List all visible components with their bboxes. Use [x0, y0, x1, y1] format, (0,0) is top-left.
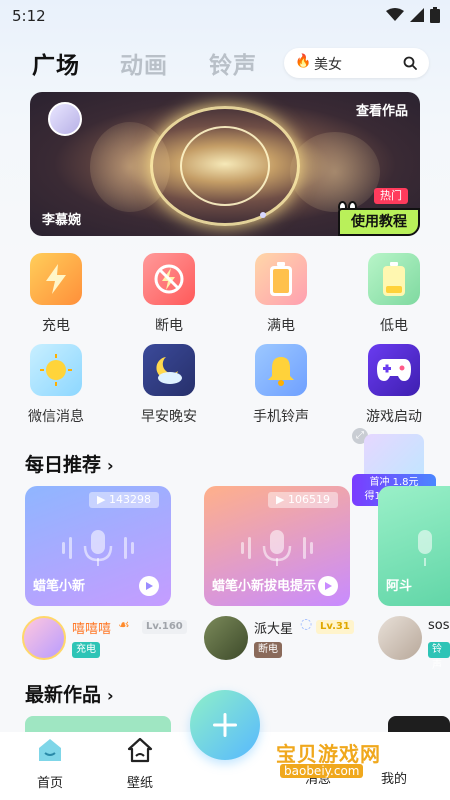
- top-tabs: 广场 动画 铃声 🔥 美女: [0, 42, 450, 86]
- level-badge: Lv.160: [142, 620, 187, 634]
- chevron-right-icon: ›: [107, 456, 114, 475]
- daily-section-header[interactable]: 每日推荐 ›: [25, 450, 114, 477]
- banner-glow: [290, 132, 380, 212]
- devil-icon: ☙: [118, 618, 130, 633]
- avatar[interactable]: [204, 616, 248, 660]
- status-icons: [386, 7, 440, 23]
- feature-label: 充电: [42, 318, 70, 334]
- nav-label: 首页: [36, 776, 63, 791]
- watermark-title: 宝贝游戏网: [276, 742, 381, 766]
- category-tag: 断电: [254, 642, 282, 658]
- search-bar[interactable]: 🔥 美女: [284, 48, 429, 78]
- tab-animation[interactable]: 动画: [120, 46, 168, 80]
- home-icon: [39, 739, 61, 761]
- feature-good-morning-night[interactable]: 早安晚安: [124, 344, 214, 426]
- feature-label: 满电: [267, 318, 295, 334]
- signal-icon: [410, 8, 424, 22]
- daily-card[interactable]: ▶ 143298 蜡笔小新: [25, 486, 171, 606]
- feature-phone-ringtone[interactable]: 手机铃声: [236, 344, 326, 426]
- app-screen: 5:12 广场 动画 铃声 🔥 美女 查看作品 李慕婉 热门 使用教程 充电 断…: [0, 0, 450, 800]
- play-button[interactable]: [139, 576, 159, 596]
- hot-badge: 热门: [374, 188, 408, 204]
- no-power-icon: [143, 253, 195, 305]
- flame-icon: 🔥: [295, 54, 312, 69]
- feature-charge[interactable]: 充电: [11, 253, 101, 335]
- low-battery-icon: [368, 253, 420, 305]
- status-time: 5:12: [12, 7, 46, 25]
- site-watermark: 宝贝游戏网 baobeiy.com: [276, 738, 426, 788]
- gamepad-icon: [368, 344, 420, 396]
- card-title: 蜡笔小新: [33, 579, 86, 594]
- battery-icon: [430, 7, 440, 23]
- chevron-right-icon: ›: [107, 686, 114, 705]
- sun-message-icon: [30, 344, 82, 396]
- microphone-icon: [418, 530, 432, 566]
- owner-name: 派大星: [254, 622, 294, 637]
- lightning-icon: [30, 253, 82, 305]
- feature-label: 手机铃声: [253, 409, 309, 425]
- feature-game-launch[interactable]: 游戏启动: [349, 344, 439, 426]
- card-title: 蜡笔小新拔电提示: [212, 579, 317, 594]
- section-title: 最新作品: [25, 684, 102, 706]
- wifi-icon: [386, 8, 404, 21]
- author-avatar[interactable]: [48, 102, 82, 136]
- feature-full-battery[interactable]: 满电: [236, 253, 326, 335]
- moon-cloud-icon: [143, 344, 195, 396]
- tutorial-button[interactable]: 使用教程: [338, 208, 420, 236]
- feature-label: 低电: [380, 318, 408, 334]
- category-tag: 铃声: [428, 642, 450, 671]
- search-icon[interactable]: [403, 56, 417, 70]
- search-query[interactable]: 美女: [314, 54, 342, 74]
- feature-label: 微信消息: [28, 409, 84, 425]
- play-button[interactable]: [318, 576, 338, 596]
- owner-name: soso: [428, 618, 450, 633]
- nav-label: 壁纸: [126, 776, 153, 791]
- play-count: ▶ 143298: [89, 492, 159, 508]
- feature-label: 断电: [155, 318, 183, 334]
- category-tag: 充电: [72, 642, 100, 658]
- create-button[interactable]: [190, 690, 260, 760]
- microphone-icon: [241, 530, 313, 566]
- author-name[interactable]: 李慕婉: [42, 209, 81, 228]
- feature-label: 游戏启动: [366, 409, 422, 425]
- tab-ringtone[interactable]: 铃声: [209, 46, 257, 80]
- plus-icon: [213, 713, 237, 737]
- wallpaper-icon: [127, 737, 153, 763]
- nav-wallpaper[interactable]: 壁纸: [110, 736, 170, 791]
- avatar[interactable]: [22, 616, 66, 660]
- owner-name: 嘻嘻嘻: [72, 622, 112, 637]
- card-owner[interactable]: soso 铃声: [378, 612, 450, 671]
- carousel-indicator: [260, 212, 266, 218]
- microphone-icon: [62, 530, 134, 566]
- play-count: ▶ 106519: [268, 492, 338, 508]
- avatar[interactable]: [378, 616, 422, 660]
- card-owner[interactable]: 派大星 ◌ Lv.31 断电: [204, 612, 354, 660]
- level-badge: Lv.31: [316, 620, 354, 634]
- magic-circle-decoration: [180, 126, 270, 206]
- feature-label: 早安晚安: [141, 409, 197, 425]
- card-title: 阿斗: [386, 579, 413, 594]
- full-battery-icon: [255, 253, 307, 305]
- featured-banner[interactable]: 查看作品 李慕婉 热门 使用教程: [30, 92, 420, 236]
- bubble-icon: ◌: [300, 616, 313, 632]
- feature-low-battery[interactable]: 低电: [349, 253, 439, 335]
- feature-wechat-message[interactable]: 微信消息: [11, 344, 101, 426]
- daily-card[interactable]: ▶ 106519 蜡笔小新拔电提示: [204, 486, 350, 606]
- bell-icon: [255, 344, 307, 396]
- watermark-url: baobeiy.com: [280, 764, 364, 778]
- daily-card[interactable]: 阿斗: [378, 486, 450, 606]
- card-owner[interactable]: 嘻嘻嘻 ☙ Lv.160 充电: [22, 612, 187, 660]
- feature-power-off[interactable]: 断电: [124, 253, 214, 335]
- section-title: 每日推荐: [25, 454, 102, 476]
- tab-plaza[interactable]: 广场: [32, 46, 80, 80]
- status-bar: 5:12: [0, 0, 450, 32]
- newest-section-header[interactable]: 最新作品 ›: [25, 680, 114, 707]
- nav-home[interactable]: 首页: [20, 736, 80, 791]
- view-works-link[interactable]: 查看作品: [356, 100, 408, 119]
